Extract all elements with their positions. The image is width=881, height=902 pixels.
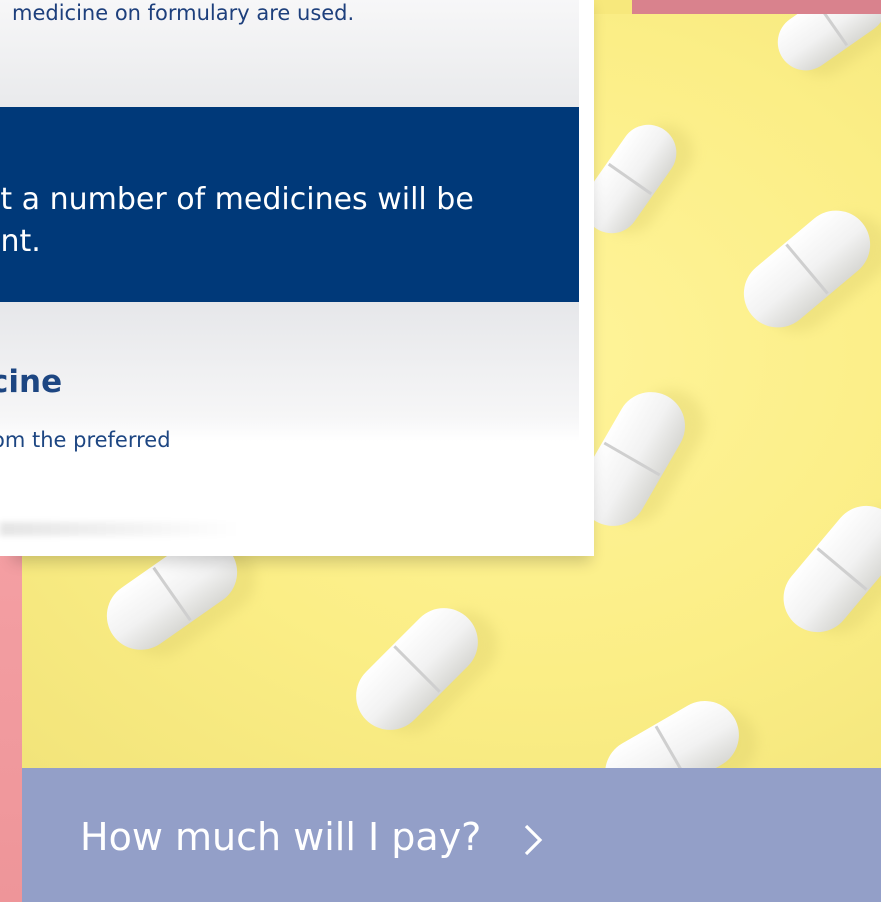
pill-5: [783, 505, 881, 634]
pink-top-strip: [632, 0, 881, 14]
page: medicine on formulary are used. at a num…: [0, 0, 881, 902]
card-fold-shadow: [0, 522, 240, 536]
cta-label: How much will I pay?: [80, 815, 482, 859]
pill-1: [777, 14, 881, 77]
card-section-formulary: medicine on formulary are used.: [0, 0, 579, 107]
pill-8: [605, 701, 758, 768]
card-section-highlight: at a number of medicines will beent.: [0, 107, 579, 302]
preferred-medicine-text: om the preferred: [0, 428, 171, 452]
card-section-preferred-medicine: cine om the preferred: [0, 302, 579, 556]
preferred-medicine-heading: cine: [0, 364, 63, 400]
highlight-text: at a number of medicines will beent.: [0, 182, 474, 259]
pink-left-strip: [0, 540, 22, 902]
chevron-right-icon: [524, 824, 543, 856]
formulary-info-card: medicine on formulary are used. at a num…: [0, 0, 594, 556]
pill-3: [743, 210, 881, 332]
pill-7: [356, 608, 498, 733]
yellow-top-strip: [593, 0, 632, 14]
how-much-will-i-pay-link[interactable]: How much will I pay?: [22, 768, 881, 902]
formulary-text: medicine on formulary are used.: [12, 1, 355, 25]
